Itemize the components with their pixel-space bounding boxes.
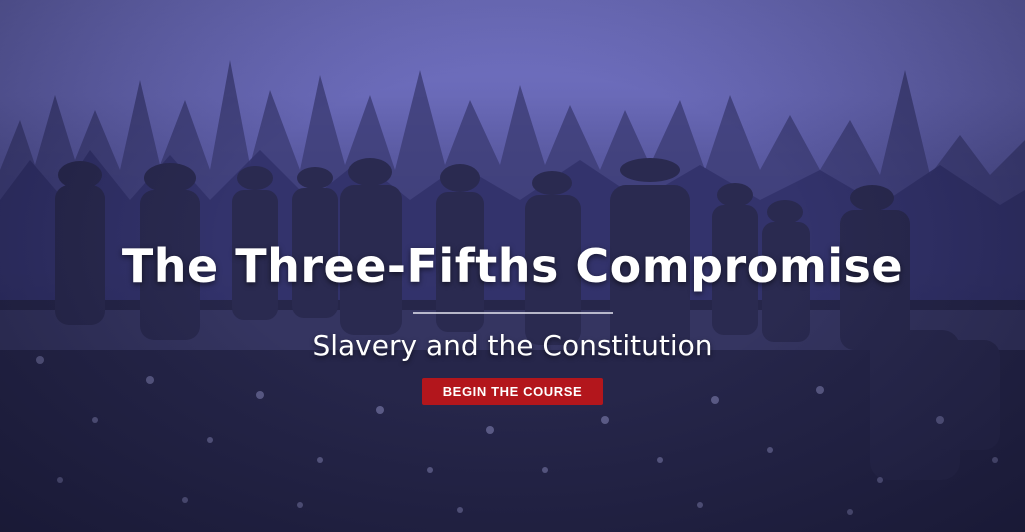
hero-content: The Three-Fifths Compromise Slavery and … (0, 238, 1025, 405)
hero-title: The Three-Fifths Compromise (121, 239, 904, 293)
title-divider (412, 312, 613, 314)
hero-subtitle: Slavery and the Constitution (312, 329, 713, 362)
hero-banner: The Three-Fifths Compromise Slavery and … (0, 0, 1025, 532)
begin-course-button[interactable]: BEGIN THE COURSE (422, 378, 603, 405)
